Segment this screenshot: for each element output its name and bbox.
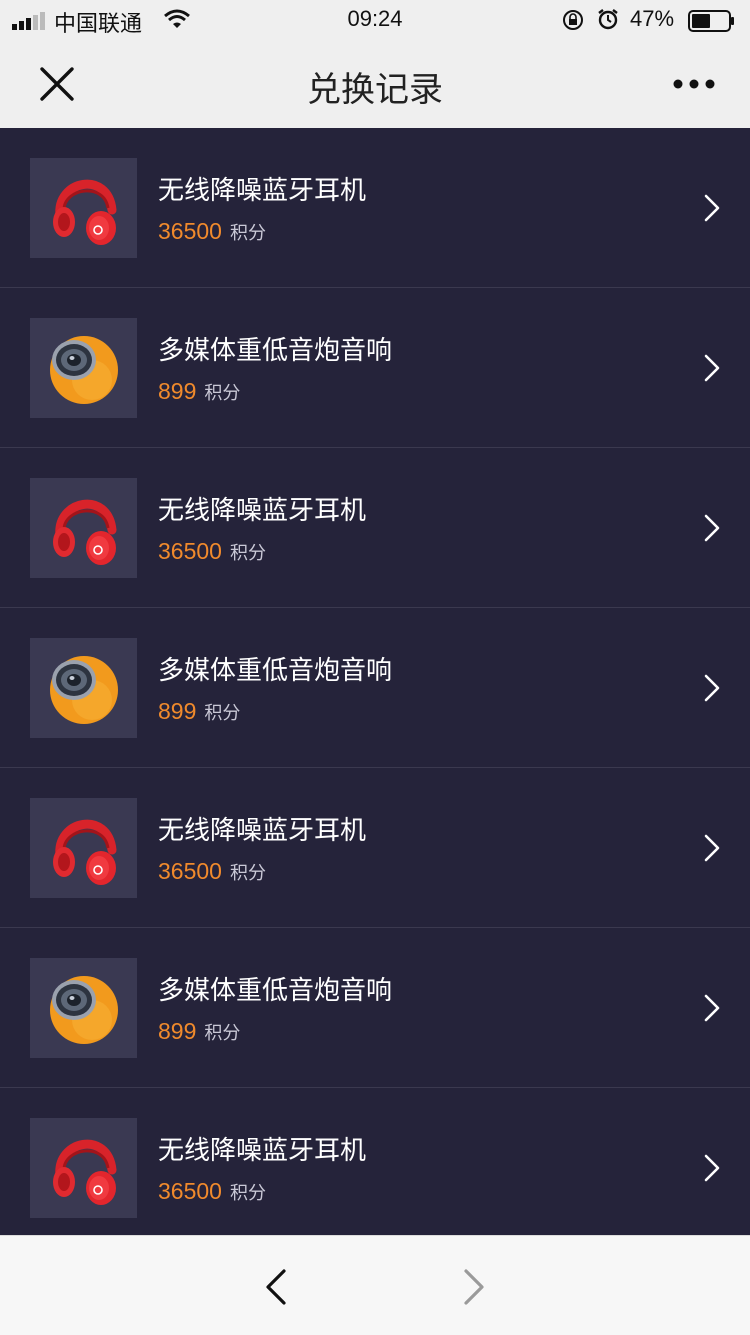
battery-percent: 47% [630,6,675,31]
points-unit: 积分 [204,383,241,404]
points-unit: 积分 [229,1183,266,1204]
speaker-image [50,336,118,404]
product-thumbnail [30,318,137,418]
record-row[interactable]: 多媒体重低音炮音响 899 积分 [0,288,750,448]
product-thumbnail [30,158,137,258]
points-unit: 积分 [229,863,266,884]
navigation-bar: 兑换记录 [0,40,750,128]
chevron-right-icon[interactable] [700,672,724,704]
more-icon[interactable] [670,78,718,90]
product-name: 无线降噪蓝牙耳机 [158,816,367,846]
bottom-toolbar [0,1235,750,1335]
chevron-left-icon[interactable] [262,1268,290,1306]
points-value: 36500 [158,1178,222,1204]
speaker-image [50,976,118,1044]
points-value: 899 [158,1018,197,1044]
product-name: 多媒体重低音炮音响 [158,656,393,686]
chevron-right-icon[interactable] [700,192,724,224]
points-line: 36500 积分 [158,538,266,565]
product-name: 无线降噪蓝牙耳机 [158,176,367,206]
points-unit: 积分 [204,703,241,724]
product-name: 无线降噪蓝牙耳机 [158,1136,367,1166]
chevron-right-icon[interactable] [700,1152,724,1184]
chevron-right-icon[interactable] [700,512,724,544]
record-row[interactable]: 多媒体重低音炮音响 899 积分 [0,928,750,1088]
product-thumbnail [30,798,137,898]
product-thumbnail [30,638,137,738]
points-value: 899 [158,698,197,724]
product-thumbnail [30,478,137,578]
headphones-image [53,819,117,885]
record-row[interactable]: 无线降噪蓝牙耳机 36500 积分 [0,1088,750,1235]
chevron-right-icon[interactable] [700,352,724,384]
product-name: 多媒体重低音炮音响 [158,336,393,366]
alarm-icon [598,9,618,30]
product-name: 多媒体重低音炮音响 [158,976,393,1006]
headphones-image [53,499,117,565]
points-unit: 积分 [229,543,266,564]
points-value: 36500 [158,218,222,244]
record-row[interactable]: 多媒体重低音炮音响 899 积分 [0,608,750,768]
battery-icon [688,10,734,32]
exchange-record-list: 无线降噪蓝牙耳机 36500 积分 多媒体重低音炮音响 899 积分 无线降噪蓝牙耳机 365… [0,128,750,1235]
points-line: 36500 积分 [158,218,266,245]
chevron-right-icon[interactable] [700,832,724,864]
points-line: 36500 积分 [158,858,266,885]
points-value: 36500 [158,538,222,564]
page-title: 兑换记录 [307,70,443,110]
headphones-image [53,179,117,245]
chevron-right-icon[interactable] [700,992,724,1024]
points-value: 36500 [158,858,222,884]
product-name: 无线降噪蓝牙耳机 [158,496,367,526]
points-line: 899 积分 [158,698,240,725]
headphones-image [53,1139,117,1205]
chevron-right-icon[interactable] [460,1268,488,1306]
points-value: 899 [158,378,197,404]
record-row[interactable]: 无线降噪蓝牙耳机 36500 积分 [0,768,750,928]
status-bar: 中国联通 09:24 47% [0,0,750,40]
product-thumbnail [30,958,137,1058]
product-thumbnail [30,1118,137,1218]
record-row[interactable]: 无线降噪蓝牙耳机 36500 积分 [0,128,750,288]
points-line: 899 积分 [158,1018,240,1045]
points-unit: 积分 [204,1023,241,1044]
points-line: 899 积分 [158,378,240,405]
points-line: 36500 积分 [158,1178,266,1205]
speaker-image [50,656,118,724]
record-row[interactable]: 无线降噪蓝牙耳机 36500 积分 [0,448,750,608]
rotation-lock-icon [563,10,583,30]
points-unit: 积分 [229,223,266,244]
